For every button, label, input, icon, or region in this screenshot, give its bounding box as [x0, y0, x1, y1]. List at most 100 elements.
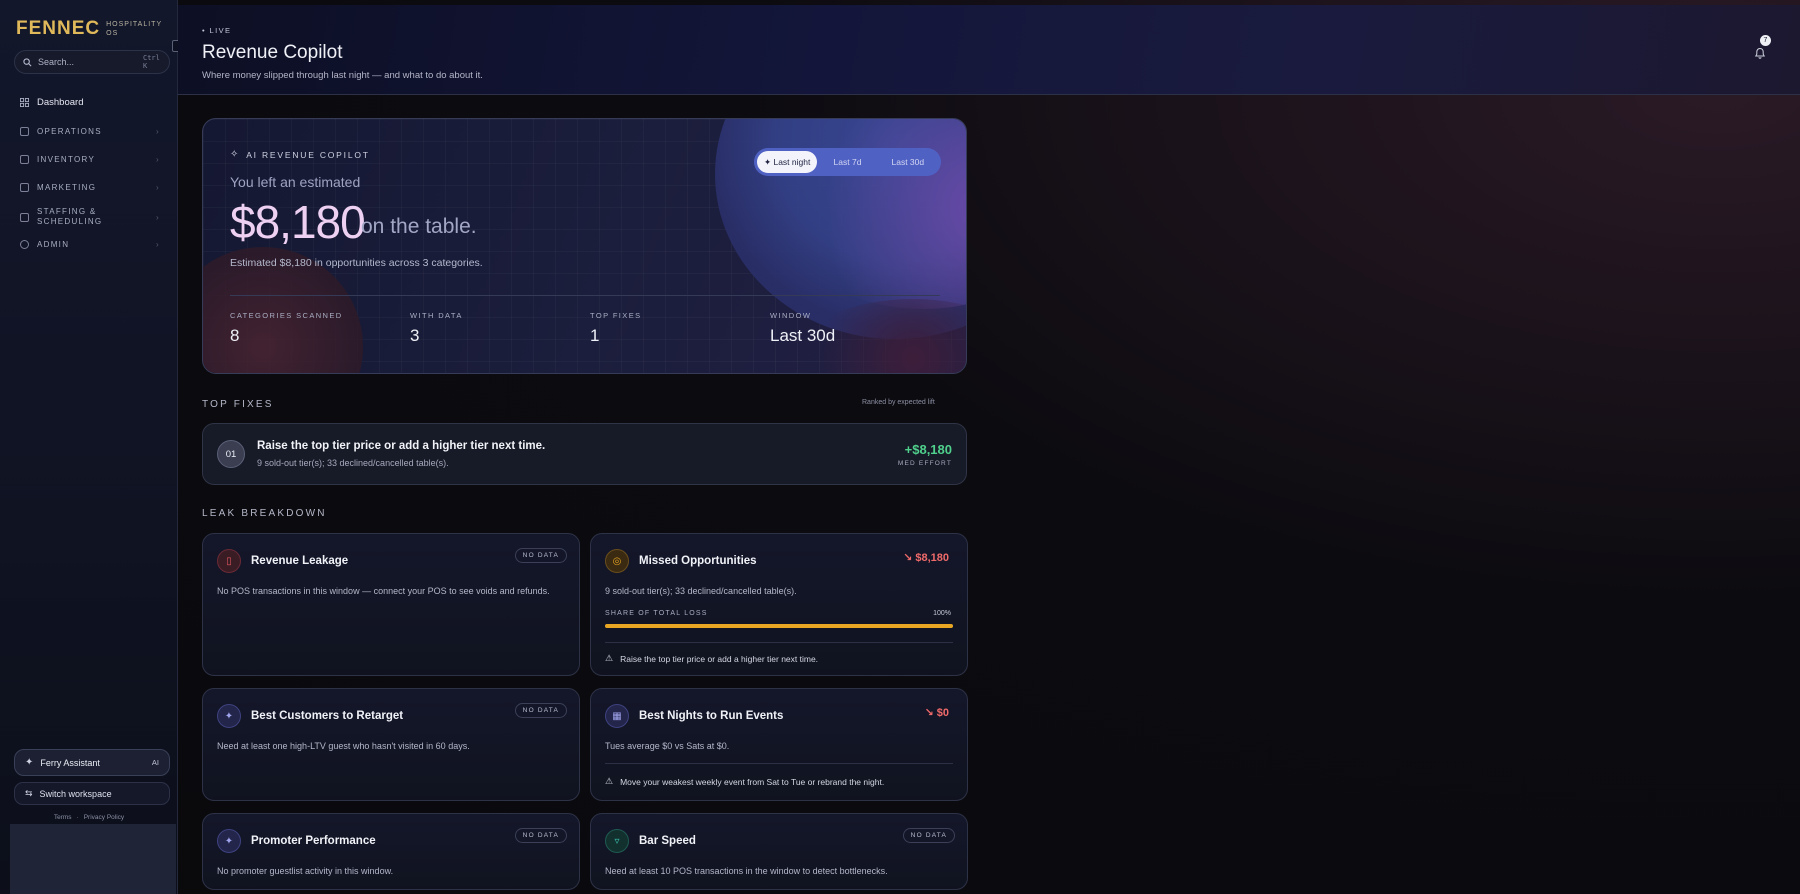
chevron-right-icon: ›	[156, 155, 160, 164]
card-title: Best Customers to Retarget	[251, 710, 404, 722]
sidebar-item-staffing[interactable]: STAFFING & SCHEDULING ›	[20, 207, 160, 227]
grid-icon	[20, 98, 29, 107]
sparkle-icon: ✧	[230, 149, 241, 160]
sidebar-item-label: OPERATIONS	[37, 127, 102, 136]
leak-card-missed-opportunities[interactable]: ◎ Missed Opportunities ↘ $8,180 9 sold-o…	[590, 533, 968, 676]
inventory-icon	[20, 155, 29, 164]
switch-workspace-button[interactable]: ⇆ Switch workspace	[14, 782, 170, 805]
tab-last-7d[interactable]: Last 7d	[817, 151, 877, 173]
search-input[interactable]: Search... Ctrl K	[14, 50, 170, 74]
stat-value: Last 30d	[770, 326, 836, 345]
tab-last-night[interactable]: ✦ Last night	[757, 151, 818, 173]
target-icon: ◎	[605, 549, 629, 573]
bell-icon[interactable]	[1751, 44, 1769, 62]
hero-tag-label: AI REVENUE COPILOT	[246, 149, 370, 160]
terms-link[interactable]: Terms	[54, 814, 72, 821]
app: FENNEC HOSPITALITY OS Search... Ctrl K D…	[0, 0, 1800, 894]
fix-rank: 01	[217, 440, 245, 468]
no-data-badge: NO DATA	[514, 548, 567, 563]
share-progress-bar	[605, 624, 953, 628]
hero-content: ✧ AI REVENUE COPILOT You left an estimat…	[203, 119, 966, 373]
page-subtitle: Where money slipped through last night —…	[202, 70, 483, 81]
logo-subtitle: HOSPITALITY OS	[106, 20, 162, 38]
no-data-badge: NO DATA	[902, 828, 955, 843]
top-fixes-heading: TOP FIXES	[202, 399, 274, 410]
stat-value: 8	[230, 326, 240, 345]
stat-label: WINDOW	[770, 311, 812, 320]
ranked-note: Ranked by expected lift	[862, 399, 935, 406]
card-description: 9 sold-out tier(s); 33 declined/cancelle…	[605, 586, 797, 596]
sidebar-item-marketing[interactable]: MARKETING ›	[20, 183, 160, 192]
calendar-icon: ▦	[605, 704, 629, 728]
no-data-badge: NO DATA	[514, 703, 567, 718]
sparkle-icon: ✦	[217, 704, 241, 728]
card-title: Best Nights to Run Events	[639, 710, 784, 722]
megaphone-icon	[20, 183, 29, 192]
stat-value: 1	[590, 326, 600, 345]
stat-categories-scanned: CATEGORIES SCANNED 8	[230, 311, 343, 346]
stat-with-data: WITH DATA 3	[410, 311, 463, 346]
card-description: Need at least 10 POS transactions in the…	[605, 866, 888, 876]
swap-icon: ⇆	[25, 788, 33, 798]
page-header: • LIVE Revenue Copilot Where money slipp…	[178, 5, 1800, 95]
sidebar-item-label: Dashboard	[37, 97, 84, 108]
logo[interactable]: FENNEC HOSPITALITY OS	[16, 18, 162, 40]
share-value: 100%	[933, 610, 951, 617]
loss-amount: ↘ $8,180	[903, 551, 949, 564]
leak-breakdown-heading: LEAK BREAKDOWN	[202, 508, 327, 519]
leak-card-best-nights[interactable]: ▦ Best Nights to Run Events ↘ $0 Tues av…	[590, 688, 968, 801]
hero-divider	[230, 295, 940, 296]
sidebar-item-operations[interactable]: OPERATIONS ›	[20, 127, 160, 136]
warning-icon: ⚠	[605, 776, 614, 786]
fix-title: Raise the top tier price or add a higher…	[257, 440, 546, 452]
stat-label: CATEGORIES SCANNED	[230, 311, 343, 320]
logo-sub-line-2: OS	[106, 30, 119, 37]
switch-workspace-label: Switch workspace	[39, 788, 112, 799]
card-description: No promoter guestlist activity in this w…	[217, 866, 394, 876]
leak-card-promoter-performance[interactable]: ✦ Promoter Performance NO DATA No promot…	[202, 813, 580, 890]
ai-badge: AI	[151, 758, 159, 767]
card-description: Tues average $0 vs Sats at $0.	[605, 741, 730, 751]
trend-down-icon: ↘	[924, 707, 934, 719]
sidebar-item-label: STAFFING & SCHEDULING	[37, 207, 103, 226]
live-indicator: • LIVE	[202, 26, 232, 35]
sidebar-item-admin[interactable]: ADMIN ›	[20, 240, 160, 249]
logo-wordmark: FENNEC	[16, 18, 101, 39]
sidebar-item-label: MARKETING	[37, 183, 97, 192]
top-fix-item[interactable]: 01 Raise the top tier price or add a hig…	[202, 423, 967, 485]
hero-tag: ✧ AI REVENUE COPILOT	[230, 149, 370, 160]
ferry-assistant-button[interactable]: ✦ Ferry Assistant AI	[14, 749, 170, 776]
tab-label: Last night	[773, 157, 811, 167]
stat-label: TOP FIXES	[590, 311, 642, 320]
card-hint: ⚠ Raise the top tier price or add a high…	[605, 653, 818, 664]
fix-amount: +$8,180	[904, 441, 952, 457]
leak-card-revenue-leakage[interactable]: ▯ Revenue Leakage NO DATA No POS transac…	[202, 533, 580, 676]
warning-icon: ⚠	[605, 653, 614, 663]
privacy-link[interactable]: Privacy Policy	[84, 814, 124, 821]
leak-card-bar-speed[interactable]: ▿ Bar Speed NO DATA Need at least 10 POS…	[590, 813, 968, 890]
tab-last-30d[interactable]: Last 30d	[878, 151, 938, 173]
hero-amount: $8,180	[230, 196, 366, 248]
sparkle-icon: ✦	[763, 157, 772, 167]
hero-intro: You left an estimated	[230, 174, 361, 190]
card-title: Revenue Leakage	[251, 555, 349, 567]
sidebar-item-inventory[interactable]: INVENTORY ›	[20, 155, 160, 164]
fix-impact: +$8,180 MED EFFORT	[898, 442, 952, 467]
leak-card-best-customers[interactable]: ✦ Best Customers to Retarget NO DATA Nee…	[202, 688, 580, 801]
no-data-badge: NO DATA	[514, 828, 567, 843]
page-title: Revenue Copilot	[202, 42, 343, 63]
hint-text: Raise the top tier price or add a higher…	[620, 653, 819, 664]
stat-label: WITH DATA	[410, 311, 463, 320]
card-title: Promoter Performance	[251, 835, 376, 847]
revenue-hero-card: ✧ AI REVENUE COPILOT You left an estimat…	[202, 118, 967, 374]
fix-text: Raise the top tier price or add a higher…	[257, 440, 545, 468]
time-window-tabs: ✦ Last night Last 7d Last 30d	[754, 148, 941, 176]
loss-value: $8,180	[915, 552, 949, 564]
fix-subtitle: 9 sold-out tier(s); 33 declined/cancelle…	[257, 458, 449, 468]
share-progress-fill	[605, 624, 953, 628]
assistant-label: Ferry Assistant	[40, 757, 100, 768]
search-shortcut: Ctrl K	[143, 54, 160, 70]
live-label: LIVE	[209, 26, 232, 35]
sidebar-item-dashboard[interactable]: Dashboard	[20, 97, 160, 108]
hint-text: Move your weakest weekly event from Sat …	[620, 776, 885, 787]
